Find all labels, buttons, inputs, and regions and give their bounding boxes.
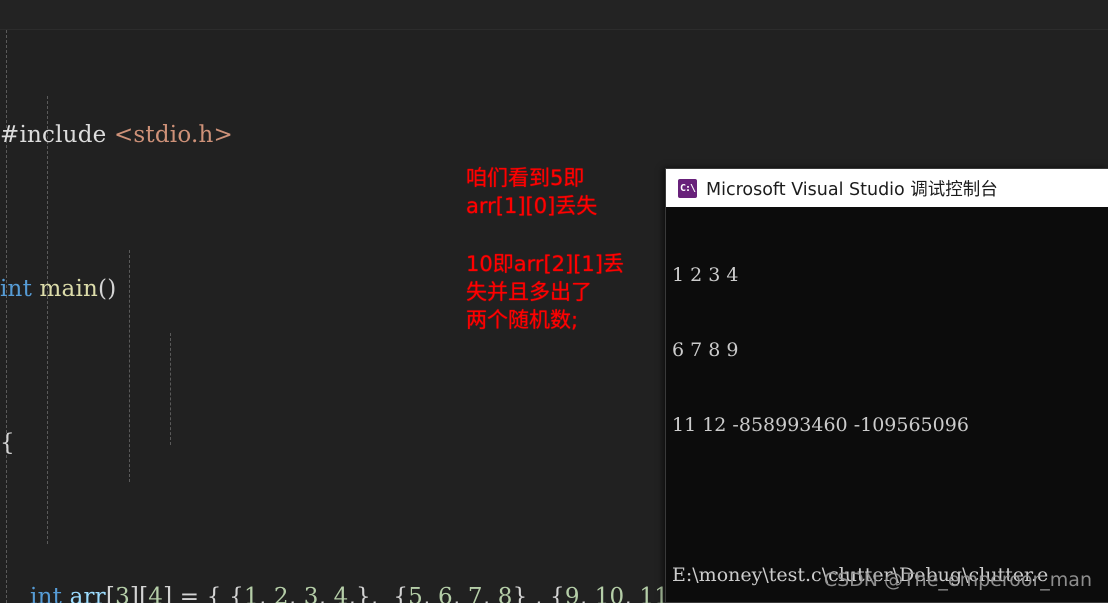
token-keyword-int: int	[30, 583, 70, 603]
token-number: 5	[408, 583, 424, 603]
token-parens: ()	[98, 275, 117, 302]
console-title-text: Microsoft Visual Studio 调试控制台	[706, 179, 998, 200]
token-bracket: ] = { {	[163, 583, 244, 603]
token-identifier-arr: arr	[69, 583, 106, 603]
token-comma: ,	[288, 583, 304, 603]
token-include-path: <stdio.h>	[113, 121, 233, 148]
console-window[interactable]: C:\ Microsoft Visual Studio 调试控制台 1 2 3 …	[665, 168, 1108, 603]
token-comma: ,	[423, 583, 439, 603]
console-output-line: 6 7 8 9	[672, 339, 739, 361]
csdn-watermark: CSDN @The_emperoor_man	[823, 569, 1092, 591]
annotation-note-2: 10即arr[2][1]丢 失并且多出了 两个随机数;	[466, 252, 624, 332]
token-keyword-int: int	[0, 275, 40, 302]
console-title-bar[interactable]: C:\ Microsoft Visual Studio 调试控制台	[666, 169, 1108, 207]
token-comma: ,	[452, 583, 468, 603]
code-line-1[interactable]: #include <stdio.h>	[0, 116, 1108, 155]
token-number: 6	[438, 583, 453, 603]
token-bracket: ][	[129, 583, 149, 603]
token-comma: } , {	[512, 583, 565, 603]
token-preprocessor: #include	[0, 121, 114, 148]
token-comma: ,	[624, 583, 640, 603]
token-number: 2	[273, 583, 289, 603]
token-number: 1	[243, 583, 259, 603]
token-number: 3	[115, 583, 130, 603]
token-number: 10	[594, 583, 625, 603]
console-output-line: 1 2 3 4	[672, 264, 739, 286]
token-number: 4	[333, 583, 349, 603]
token-number: 8	[497, 583, 513, 603]
token-number: 9	[564, 583, 580, 603]
token-number: 3	[303, 583, 319, 603]
console-output-line: 11 12 -858993460 -109565096	[672, 414, 969, 436]
annotation-note-1: 咱们看到5即 arr[1][0]丢失	[466, 166, 598, 218]
token-comma: ,	[579, 583, 595, 603]
token-bracket: [	[105, 583, 116, 603]
token-comma: ,}, {	[348, 583, 409, 603]
token-comma: ,	[258, 583, 274, 603]
console-output-area[interactable]: 1 2 3 4 6 7 8 9 11 12 -858993460 -109565…	[666, 207, 1108, 602]
token-comma: ,	[482, 583, 498, 603]
token-comma: ,	[318, 583, 334, 603]
console-app-icon: C:\	[678, 178, 697, 198]
token-function-main: main	[39, 275, 99, 302]
token-number: 4	[148, 583, 164, 603]
token-brace-open: {	[0, 429, 15, 456]
token-number: 7	[467, 583, 483, 603]
